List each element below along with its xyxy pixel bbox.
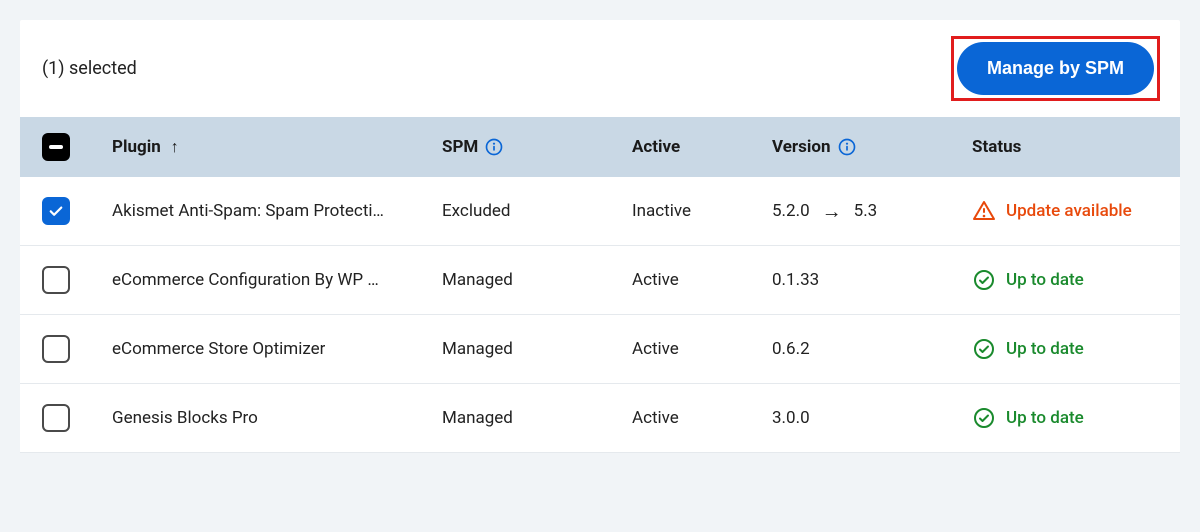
column-header-active-label: Active [632, 137, 680, 157]
version-from: 0.1.33 [772, 270, 819, 290]
status-up-to-date: Up to date [972, 268, 1084, 292]
active-value: Active [632, 270, 679, 290]
spm-value: Managed [442, 339, 513, 359]
version-to: 5.3 [854, 201, 878, 221]
column-header-status-label: Status [972, 137, 1021, 157]
table-header: Plugin ↑ SPM Active Version Status [20, 117, 1180, 177]
row-checkbox[interactable] [42, 197, 70, 225]
status-up-to-date: Up to date [972, 337, 1084, 361]
column-header-version-label: Version [772, 137, 831, 157]
selection-count: (1) selected [42, 58, 137, 79]
manage-button-highlight: Manage by SPM [953, 38, 1158, 99]
column-header-status[interactable]: Status [972, 137, 1158, 157]
row-checkbox[interactable] [42, 404, 70, 432]
active-value: Inactive [632, 201, 691, 221]
select-all-checkbox[interactable] [42, 133, 70, 161]
column-header-spm[interactable]: SPM [442, 137, 632, 157]
plugins-table: Plugin ↑ SPM Active Version Status [20, 117, 1180, 453]
column-header-version[interactable]: Version [772, 137, 972, 157]
plugin-name: Genesis Blocks Pro [112, 408, 258, 428]
version-from: 0.6.2 [772, 339, 810, 359]
active-value: Active [632, 408, 679, 428]
plugin-name: eCommerce Store Optimizer [112, 339, 325, 359]
status-label: Update available [1006, 201, 1132, 221]
plugin-name: eCommerce Configuration By WP … [112, 270, 379, 290]
warning-triangle-icon [972, 199, 996, 223]
table-row: eCommerce Configuration By WP … Managed Ac… [20, 246, 1180, 315]
version-from: 3.0.0 [772, 408, 810, 428]
status-label: Up to date [1006, 408, 1084, 428]
info-icon[interactable] [837, 137, 857, 157]
status-label: Up to date [1006, 339, 1084, 359]
sort-ascending-icon: ↑ [171, 137, 179, 157]
active-value: Active [632, 339, 679, 359]
toolbar: (1) selected Manage by SPM [20, 20, 1180, 117]
spm-value: Managed [442, 270, 513, 290]
check-circle-icon [972, 268, 996, 292]
info-icon[interactable] [484, 137, 504, 157]
table-row: eCommerce Store Optimizer Managed Active 0.… [20, 315, 1180, 384]
table-row: Genesis Blocks Pro Managed Active 3.0.0 Up t… [20, 384, 1180, 453]
row-checkbox[interactable] [42, 266, 70, 294]
column-header-active[interactable]: Active [632, 137, 772, 157]
column-header-plugin-label: Plugin [112, 137, 161, 157]
check-circle-icon [972, 337, 996, 361]
column-header-spm-label: SPM [442, 137, 478, 157]
spm-value: Managed [442, 408, 513, 428]
version-from: 5.2.0 [772, 201, 810, 221]
plugin-name: Akismet Anti-Spam: Spam Protecti… [112, 201, 384, 221]
manage-by-spm-button[interactable]: Manage by SPM [957, 42, 1154, 95]
plugins-panel: (1) selected Manage by SPM Plugin ↑ SPM … [20, 20, 1180, 453]
table-row: Akismet Anti-Spam: Spam Protecti… Exclude… [20, 177, 1180, 246]
arrow-right-icon: → [822, 199, 842, 224]
status-up-to-date: Up to date [972, 406, 1084, 430]
spm-value: Excluded [442, 201, 511, 221]
check-circle-icon [972, 406, 996, 430]
status-label: Up to date [1006, 270, 1084, 290]
row-checkbox[interactable] [42, 335, 70, 363]
status-update-available: Update available [972, 199, 1132, 223]
column-header-plugin[interactable]: Plugin ↑ [112, 137, 442, 157]
